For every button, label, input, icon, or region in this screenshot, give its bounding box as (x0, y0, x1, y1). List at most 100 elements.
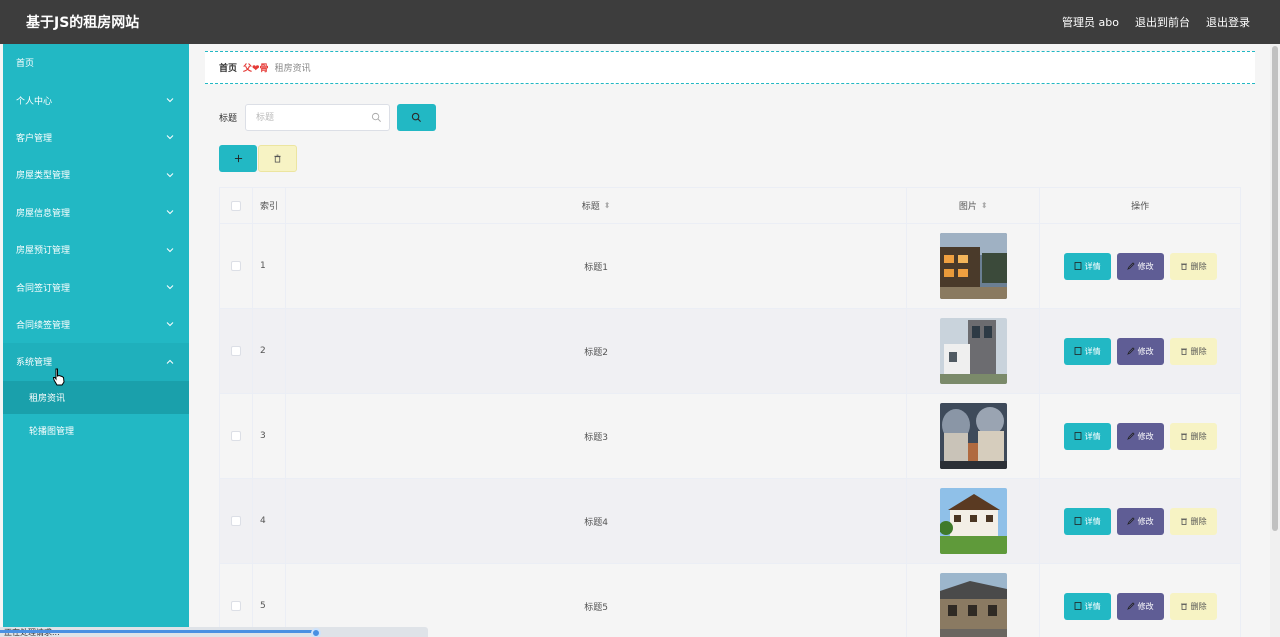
detail-button[interactable]: 详情 (1063, 592, 1111, 620)
breadcrumb-separator: 父❤骨 (243, 64, 269, 74)
house-photo-3[interactable] (939, 403, 1007, 469)
edit-label: 修改 (1137, 431, 1154, 441)
header-image[interactable]: 图片 ⬍ (907, 188, 1041, 224)
sort-icon[interactable]: ⬍ (981, 201, 988, 210)
search-button[interactable] (397, 104, 437, 131)
document-icon (1074, 347, 1081, 355)
row-checkbox[interactable] (230, 601, 241, 611)
sort-icon[interactable]: ⬍ (604, 201, 611, 210)
row-image-cell (907, 309, 1041, 394)
delete-button[interactable]: 删除 (1169, 337, 1217, 365)
header-index-label: 索引 (259, 202, 278, 212)
scrollbar-thumb[interactable] (1272, 46, 1278, 531)
house-photo-2[interactable] (939, 318, 1007, 384)
delete-button[interactable]: 删除 (1169, 592, 1217, 620)
sidebar-item-label: 房屋信息管理 (16, 208, 71, 219)
edit-label: 修改 (1137, 261, 1154, 271)
sidebar-subitem-rental-news[interactable]: 租房资讯 (3, 380, 189, 414)
site-title: 基于JS的租房网站 (26, 15, 140, 31)
search-input[interactable] (246, 105, 367, 131)
edit-icon (1126, 517, 1135, 525)
batch-delete-button[interactable] (258, 145, 297, 172)
sidebar-item-contract-renew[interactable]: 合同续签管理 (3, 306, 189, 343)
select-all-checkbox[interactable] (230, 200, 241, 211)
row-title-value: 标题4 (584, 517, 608, 528)
table-row: 2 标题2 详情 修改 删除 (220, 309, 1240, 394)
sidebar-item-label: 客户管理 (16, 133, 53, 144)
add-button[interactable] (219, 145, 257, 172)
detail-label: 详情 (1084, 261, 1101, 271)
chevron-down-icon (166, 247, 174, 252)
header-title[interactable]: 标题 ⬍ (285, 188, 908, 224)
edit-icon (1126, 347, 1135, 355)
chevron-down-icon (166, 285, 174, 290)
edit-icon (1126, 262, 1135, 270)
sidebar-item-house-type[interactable]: 房屋类型管理 (3, 156, 189, 193)
document-icon (1074, 517, 1081, 525)
trash-icon (1180, 348, 1187, 355)
trash-icon (274, 154, 281, 163)
trash-icon (1180, 263, 1187, 270)
row-index: 1 (252, 224, 286, 309)
chevron-down-icon (166, 98, 174, 103)
sidebar-subitem-carousel[interactable]: 轮播图管理 (3, 414, 189, 447)
detail-button[interactable]: 详情 (1063, 507, 1111, 535)
sidebar-item-label: 个人中心 (16, 96, 53, 107)
edit-button[interactable]: 修改 (1116, 337, 1164, 365)
exit-to-front-link[interactable]: 退出到前台 (1135, 14, 1190, 30)
sidebar-item-customer[interactable]: 客户管理 (3, 119, 189, 156)
row-checkbox[interactable] (230, 346, 241, 356)
header-title-label: 标题 (581, 202, 600, 212)
chevron-down-icon (166, 322, 174, 327)
row-title: 标题2 (285, 309, 908, 394)
row-title-value: 标题3 (584, 432, 608, 443)
breadcrumb-current: 租房资讯 (274, 64, 311, 74)
row-index: 4 (252, 479, 286, 564)
detail-button[interactable]: 详情 (1063, 252, 1111, 280)
loading-progress-indicator (311, 628, 321, 637)
edit-button[interactable]: 修改 (1116, 252, 1164, 280)
logout-link[interactable]: 退出登录 (1206, 14, 1250, 30)
row-index-value: 1 (259, 261, 266, 271)
sidebar-item-label: 房屋类型管理 (16, 171, 71, 182)
edit-label: 修改 (1137, 601, 1154, 611)
delete-label: 删除 (1190, 346, 1207, 356)
edit-button[interactable]: 修改 (1116, 507, 1164, 535)
hand-cursor-icon (52, 368, 65, 386)
detail-button[interactable]: 详情 (1063, 337, 1111, 365)
row-title-value: 标题2 (584, 347, 608, 358)
house-photo-5[interactable] (939, 573, 1007, 637)
row-checkbox[interactable] (230, 431, 241, 441)
delete-button[interactable]: 删除 (1169, 252, 1217, 280)
breadcrumb-home[interactable]: 首页 (219, 61, 237, 74)
news-table: 索引 标题 ⬍ 图片 ⬍ 操作 1 标题1 详情 修改 删除 2 标题2 详情 … (219, 187, 1241, 637)
house-photo-4[interactable] (939, 488, 1007, 554)
sidebar-item-personal-center[interactable]: 个人中心 (3, 81, 189, 118)
row-checkbox[interactable] (230, 516, 241, 526)
detail-button[interactable]: 详情 (1063, 422, 1111, 450)
plus-icon (234, 154, 242, 163)
row-index: 3 (252, 394, 286, 479)
sidebar-item-house-info[interactable]: 房屋信息管理 (3, 194, 189, 231)
row-image-cell (907, 479, 1041, 564)
delete-label: 删除 (1190, 516, 1207, 526)
delete-label: 删除 (1190, 261, 1207, 271)
row-checkbox[interactable] (230, 261, 241, 271)
delete-button[interactable]: 删除 (1169, 422, 1217, 450)
edit-button[interactable]: 修改 (1116, 422, 1164, 450)
sidebar-item-system[interactable]: 系统管理 (3, 343, 189, 381)
sidebar-item-home[interactable]: 首页 (3, 44, 189, 81)
row-checkbox-cell (220, 224, 253, 309)
row-title: 标题1 (285, 224, 908, 309)
sidebar-item-house-booking[interactable]: 房屋预订管理 (3, 231, 189, 268)
edit-button[interactable]: 修改 (1116, 592, 1164, 620)
page-scrollbar[interactable] (1270, 44, 1280, 637)
house-photo-1[interactable] (939, 233, 1007, 299)
row-title: 标题3 (285, 394, 908, 479)
detail-label: 详情 (1084, 601, 1101, 611)
row-index: 2 (252, 309, 286, 394)
row-title: 标题4 (285, 479, 908, 564)
delete-button[interactable]: 删除 (1169, 507, 1217, 535)
breadcrumb: 首页 父❤骨 租房资讯 (205, 51, 1255, 84)
sidebar-item-contract-sign[interactable]: 合同签订管理 (3, 268, 189, 305)
